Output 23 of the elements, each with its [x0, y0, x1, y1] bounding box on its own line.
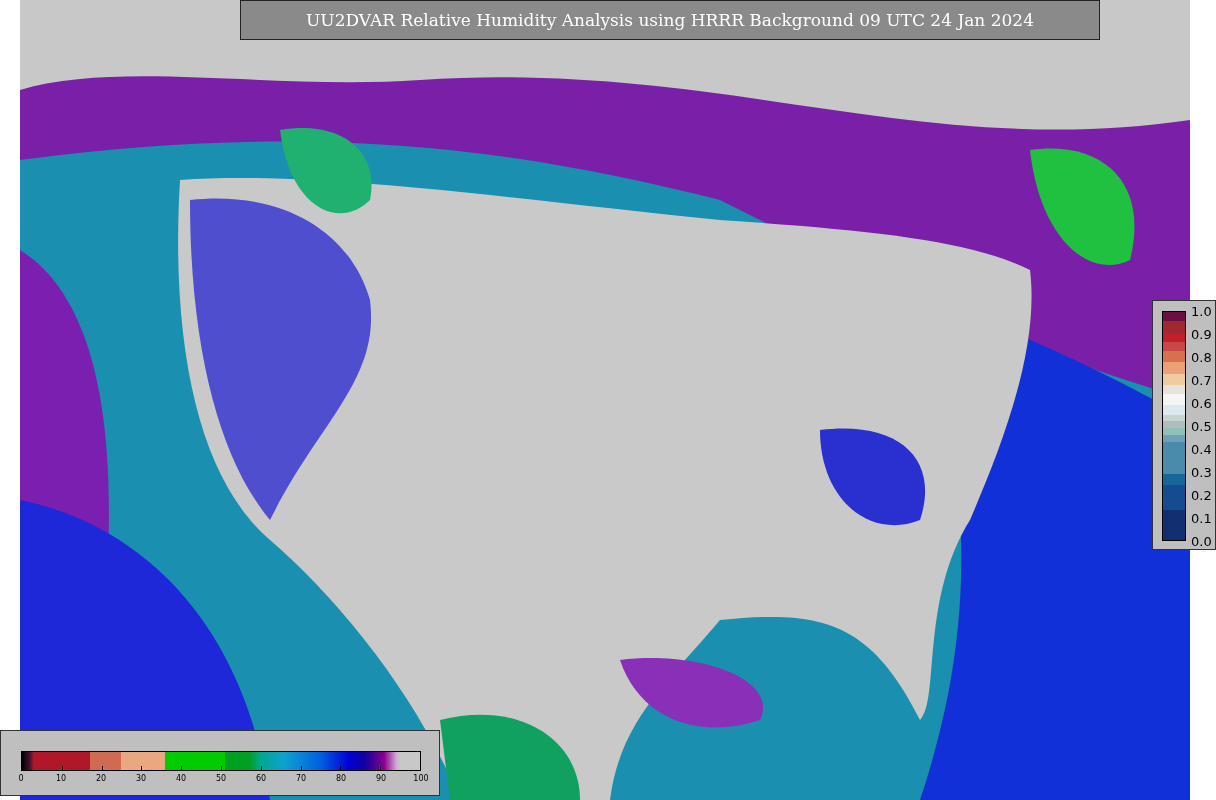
tick-label: 0.3: [1191, 464, 1212, 480]
tick-label: 0.8: [1191, 349, 1212, 365]
tick-label: 80: [335, 774, 347, 783]
tick-label: 20: [95, 774, 107, 783]
tick-label: 10: [55, 774, 67, 783]
tick-label: 0: [18, 774, 24, 783]
tick-label: 0.9: [1191, 326, 1212, 342]
tick-label: 50: [215, 774, 227, 783]
tick-label: 0.6: [1191, 395, 1212, 411]
tick-label: 60: [255, 774, 267, 783]
tick-label: 30: [135, 774, 147, 783]
tick-label: 90: [375, 774, 387, 783]
tick-label: 0.2: [1191, 487, 1212, 503]
tick-label: 0.1: [1191, 510, 1212, 526]
tick-label: 0.0: [1191, 533, 1212, 549]
tick-label: 0.4: [1191, 441, 1212, 457]
tick-label: 1.0: [1191, 303, 1212, 319]
tick-label: 0.7: [1191, 372, 1212, 388]
tick-label: 0.5: [1191, 418, 1212, 434]
tick-label: 70: [295, 774, 307, 783]
map-title: UU2DVAR Relative Humidity Analysis using HRRR Background 09 UTC 24 Jan 2024: [240, 0, 1100, 40]
tick-label: 40: [175, 774, 187, 783]
tick-label: 100: [413, 774, 429, 783]
